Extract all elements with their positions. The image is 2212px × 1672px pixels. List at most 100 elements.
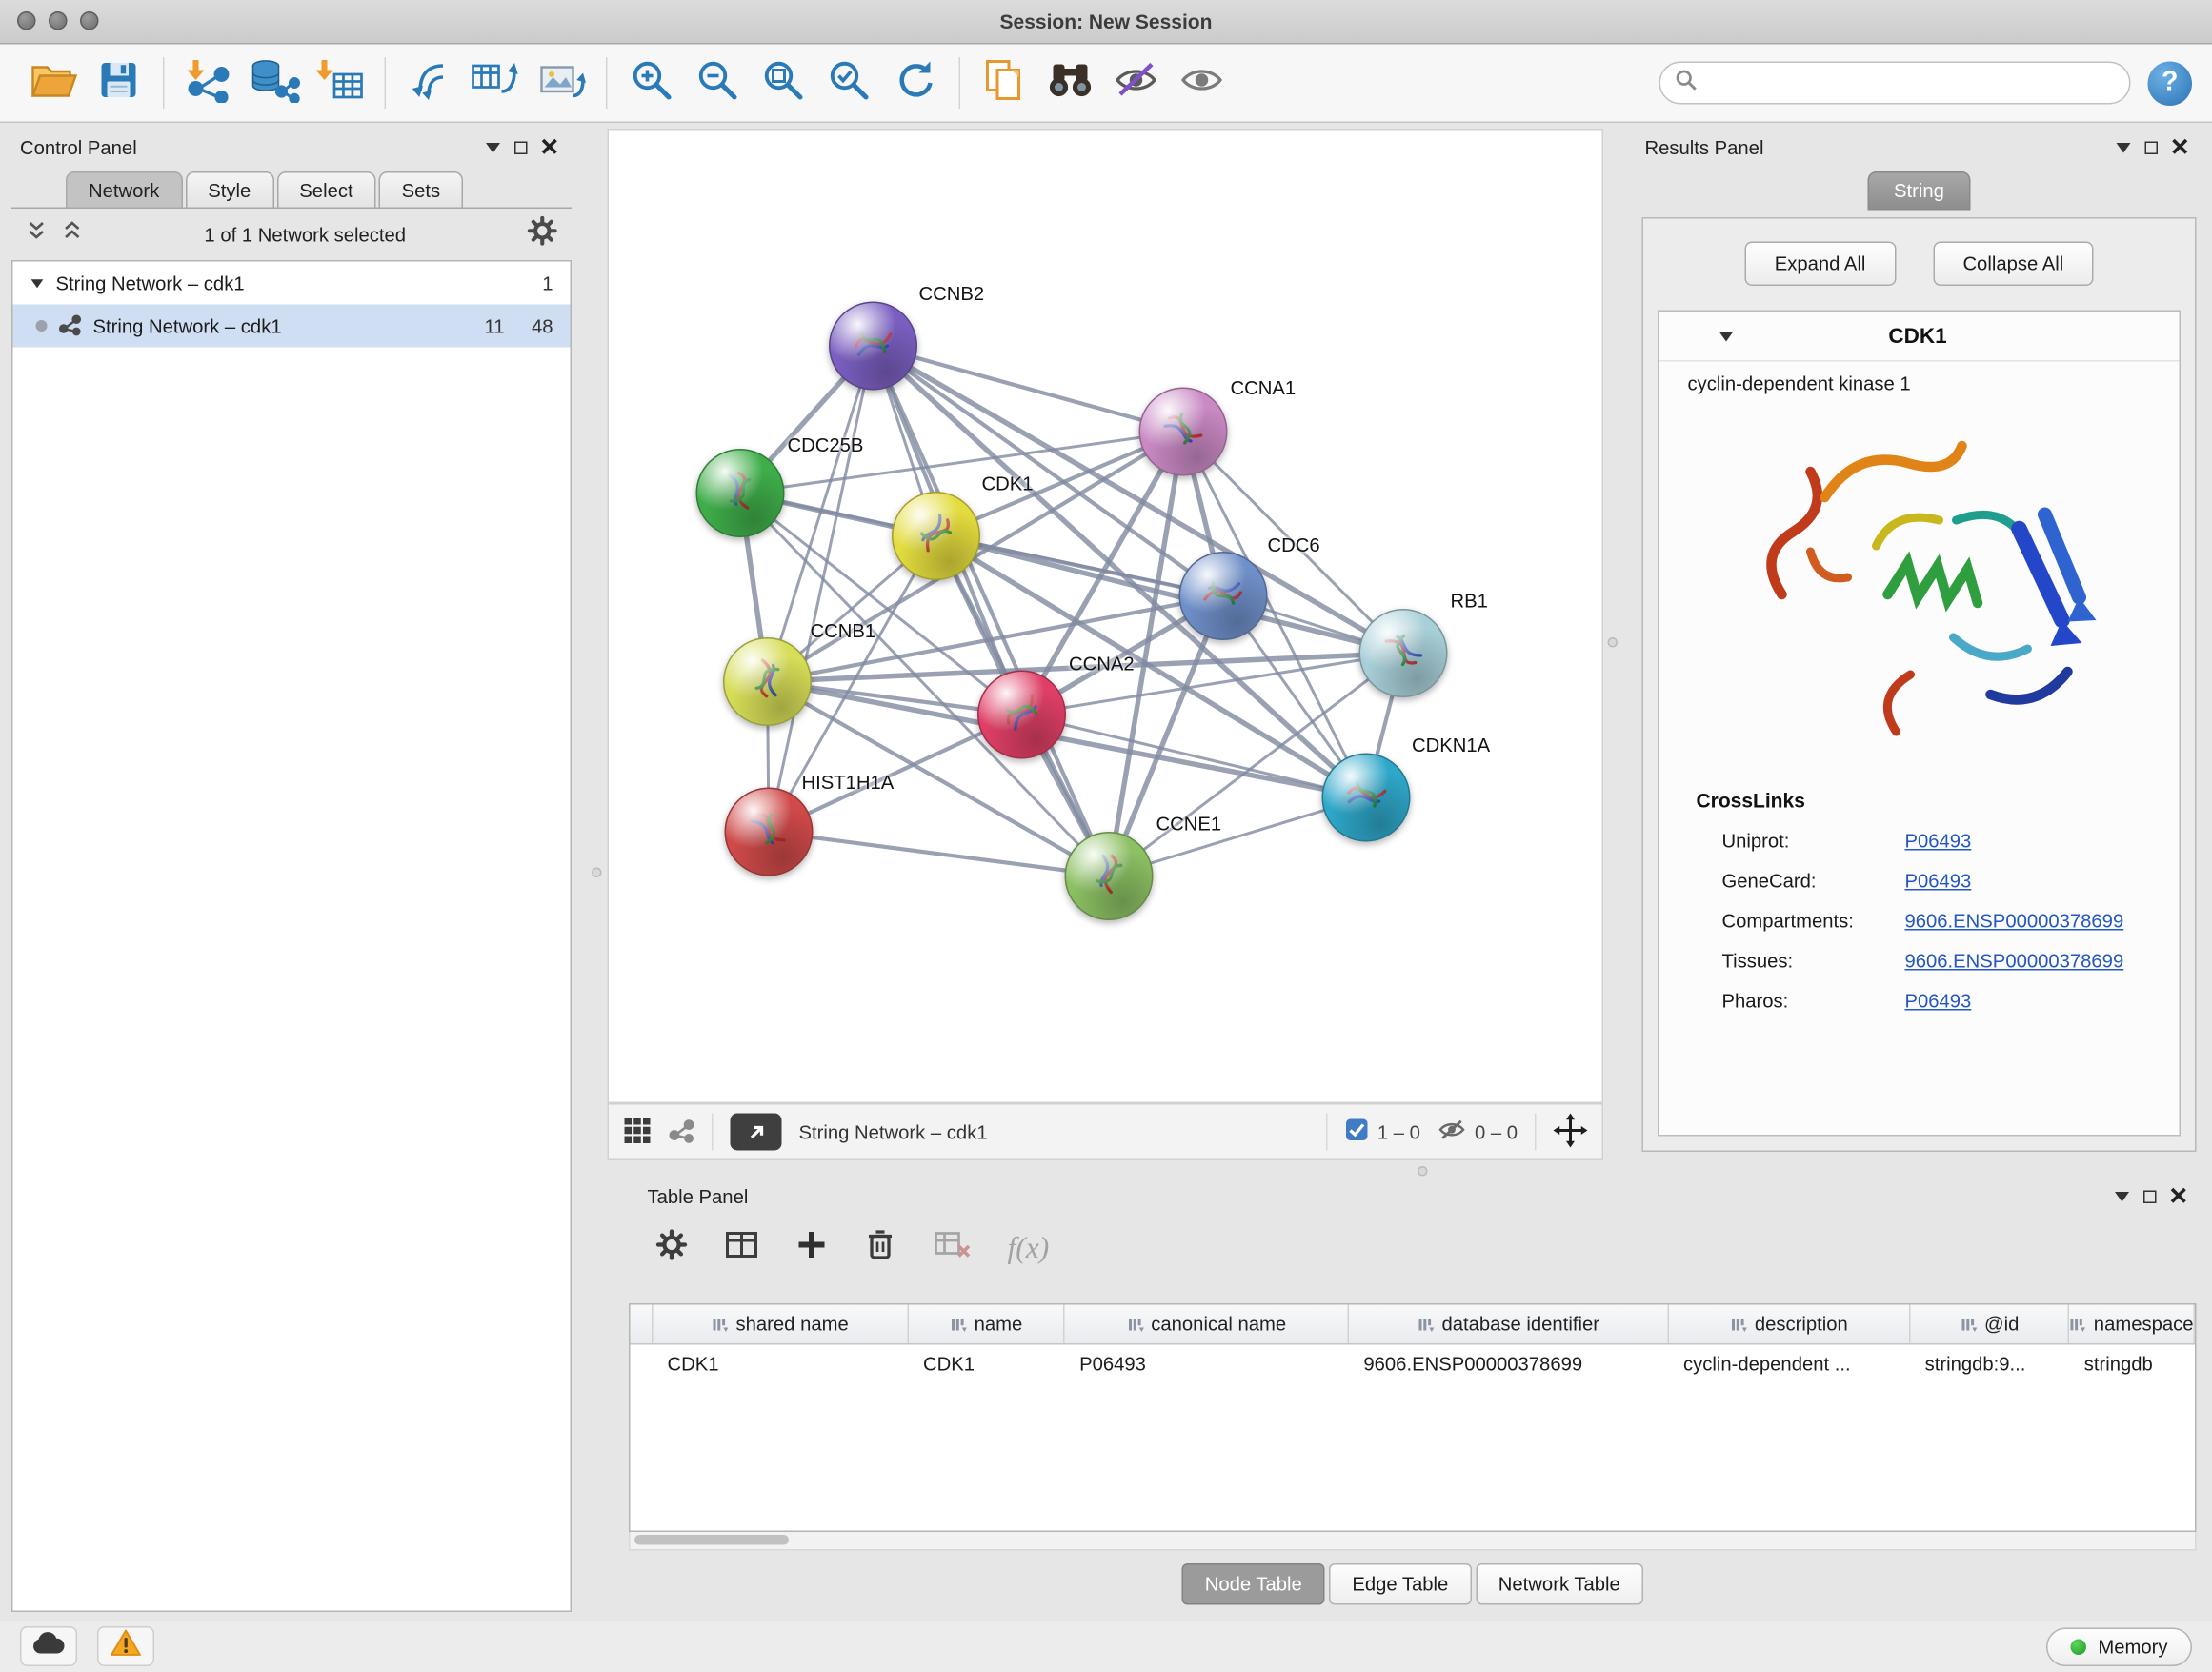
toolbar-search[interactable]	[1659, 62, 2131, 105]
show-all-button[interactable]	[1169, 51, 1235, 114]
search-network-button[interactable]	[1037, 51, 1103, 114]
hidden-eye-slash-icon[interactable]	[1438, 1118, 1466, 1146]
new-network-from-table-button[interactable]	[463, 51, 529, 114]
network-node-ccne1[interactable]	[1065, 832, 1154, 920]
table-cell[interactable]: CDK1	[909, 1345, 1065, 1382]
table-cell[interactable]: stringdb:9...	[1911, 1345, 2070, 1382]
splitter-handle[interactable]	[1608, 637, 1619, 648]
export-image-button[interactable]	[529, 51, 594, 114]
network-node-ccnb2[interactable]	[829, 302, 917, 391]
table-cell[interactable]: stringdb	[2070, 1345, 2195, 1382]
copy-document-button[interactable]	[972, 51, 1037, 114]
pan-crosshair-icon[interactable]	[1554, 1113, 1588, 1152]
tab-network-table[interactable]: Network Table	[1476, 1563, 1643, 1605]
memory-button[interactable]: Memory	[2046, 1627, 2192, 1666]
float-panel-icon[interactable]	[2143, 1190, 2157, 1203]
add-column-icon[interactable]	[796, 1228, 828, 1267]
tab-sets[interactable]: Sets	[379, 171, 464, 208]
float-panel-icon[interactable]	[514, 141, 528, 154]
zoom-selected-button[interactable]	[816, 51, 882, 114]
collapse-all-icon[interactable]	[26, 220, 48, 249]
panel-menu-icon[interactable]	[486, 142, 500, 152]
column-header-shared-name[interactable]: shared name	[653, 1305, 909, 1344]
column-header-description[interactable]: description	[1669, 1305, 1911, 1344]
selected-checkbox-icon[interactable]	[1344, 1118, 1369, 1146]
splitter-handle[interactable]	[1418, 1166, 1428, 1177]
open-session-button[interactable]	[20, 51, 86, 114]
column-header-namespace[interactable]: namespace	[2070, 1305, 2195, 1344]
crosslink-link[interactable]: P06493	[1905, 830, 1972, 852]
protein-collapse-icon[interactable]	[1719, 331, 1734, 341]
help-button[interactable]: ?	[2148, 61, 2193, 106]
tab-string[interactable]: String	[1868, 171, 1970, 211]
network-node-hist1h1a[interactable]	[725, 788, 814, 876]
network-edge[interactable]	[874, 346, 1110, 876]
close-panel-icon[interactable]	[2171, 1185, 2187, 1207]
network-node-cdkn1a[interactable]	[1322, 754, 1411, 842]
network-canvas[interactable]: CCNB2CCNA1CDC25BCDK1CDC6RB1CCNB1CCNA2CDK…	[608, 129, 1604, 1103]
crosslink-link[interactable]: 9606.ENSP00000378699	[1905, 910, 2124, 932]
network-node-ccna1[interactable]	[1139, 388, 1228, 476]
zoom-out-button[interactable]	[685, 51, 751, 114]
gear-icon[interactable]	[528, 216, 558, 253]
scrollbar-thumb[interactable]	[634, 1535, 789, 1545]
tab-node-table[interactable]: Node Table	[1182, 1563, 1325, 1605]
import-network-from-file-button[interactable]	[176, 51, 242, 114]
float-panel-icon[interactable]	[2145, 141, 2159, 154]
column-header-name[interactable]: name	[909, 1305, 1065, 1344]
tab-select[interactable]: Select	[276, 171, 375, 208]
panel-menu-icon[interactable]	[2115, 1191, 2129, 1201]
node-label-ccnb2: CCNB2	[919, 283, 985, 305]
expand-all-icon[interactable]	[62, 220, 84, 249]
new-network-button[interactable]	[397, 51, 463, 114]
close-panel-icon[interactable]	[2172, 136, 2188, 158]
network-edge[interactable]	[769, 832, 1109, 876]
network-node-cdc6[interactable]	[1179, 552, 1268, 640]
save-session-button[interactable]	[86, 51, 151, 114]
crosslink-link[interactable]: P06493	[1905, 870, 1972, 892]
tab-edge-table[interactable]: Edge Table	[1329, 1563, 1471, 1605]
search-input[interactable]	[1708, 71, 2116, 95]
crosslink-link[interactable]: 9606.ENSP00000378699	[1905, 950, 2124, 972]
delete-column-trash-icon[interactable]	[865, 1227, 896, 1269]
table-row[interactable]: CDK1CDK1P064939606.ENSP00000378699cyclin…	[631, 1345, 2196, 1382]
warnings-button[interactable]	[97, 1626, 154, 1666]
cloud-button[interactable]	[20, 1626, 77, 1666]
import-table-from-file-button[interactable]	[308, 51, 373, 114]
show-columns-icon[interactable]	[725, 1228, 759, 1267]
network-edge[interactable]	[769, 346, 874, 832]
import-network-from-database-button[interactable]	[242, 51, 308, 114]
column-header-@id[interactable]: @id	[1911, 1305, 2070, 1344]
close-panel-icon[interactable]	[542, 136, 558, 158]
collection-expand-icon[interactable]	[31, 279, 44, 288]
collapse-all-button[interactable]: Collapse All	[1933, 242, 2094, 287]
table-hscrollbar[interactable]	[629, 1532, 2197, 1551]
column-header-database-identifier[interactable]: database identifier	[1349, 1305, 1669, 1344]
network-node-rb1[interactable]	[1359, 609, 1448, 697]
tab-network[interactable]: Network	[66, 171, 182, 208]
panel-menu-icon[interactable]	[2117, 142, 2131, 152]
network-collection-row[interactable]: String Network – cdk1 1	[13, 262, 571, 305]
network-node-cdc25b[interactable]	[696, 449, 785, 537]
table-cell[interactable]: 9606.ENSP00000378699	[1349, 1345, 1669, 1382]
network-row[interactable]: String Network – cdk1 11 48	[13, 305, 571, 348]
table-settings-gear-icon[interactable]	[656, 1228, 688, 1267]
apply-layout-button[interactable]	[882, 51, 948, 114]
table-cell[interactable]: P06493	[1065, 1345, 1349, 1382]
birdseye-grid-icon[interactable]	[623, 1116, 652, 1149]
crosslink-link[interactable]: P06493	[1905, 990, 1972, 1012]
column-header-canonical-name[interactable]: canonical name	[1065, 1305, 1349, 1344]
table-cell[interactable]: cyclin-dependent ...	[1669, 1345, 1911, 1382]
table-cell[interactable]: CDK1	[653, 1345, 909, 1382]
zoom-in-button[interactable]	[619, 51, 685, 114]
tab-style[interactable]: Style	[185, 171, 273, 208]
network-node-cdk1[interactable]	[892, 492, 980, 580]
network-node-ccnb1[interactable]	[723, 637, 812, 726]
zoom-fit-button[interactable]	[751, 51, 816, 114]
hide-selected-button[interactable]	[1103, 51, 1169, 114]
splitter-handle[interactable]	[592, 868, 602, 878]
open-in-window-button[interactable]	[731, 1114, 782, 1151]
network-node-ccna2[interactable]	[977, 671, 1066, 759]
expand-all-button[interactable]: Expand All	[1744, 242, 1896, 287]
network-overview-icon[interactable]	[669, 1117, 694, 1147]
